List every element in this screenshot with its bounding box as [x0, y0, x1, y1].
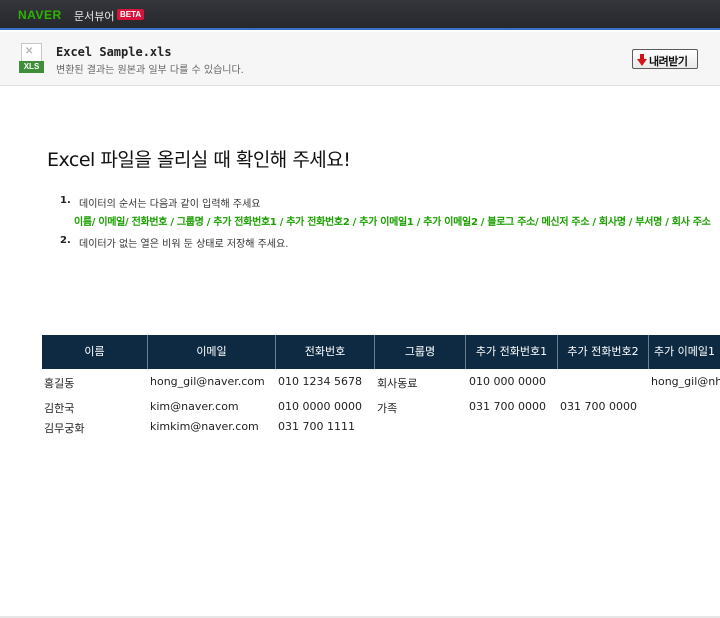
table-cell: hong_gil@naver.com — [150, 375, 265, 388]
file-name: Excel Sample.xls — [56, 45, 172, 59]
column-header: 추가 전화번호2 — [558, 335, 649, 369]
naver-logo[interactable]: NAVER — [18, 8, 62, 22]
table-cell: 010 0000 0000 — [278, 400, 362, 413]
file-info-bar: ✕ XLS Excel Sample.xls 변환된 결과는 원본과 일부 다를… — [0, 32, 720, 86]
step-1-text: 데이터의 순서는 다음과 같이 입력해 주세요 — [79, 199, 261, 210]
step-2-number: 2. — [60, 235, 71, 246]
red-down-arrow-icon — [637, 54, 647, 66]
beta-badge: BETA — [117, 9, 145, 20]
table-cell: 031 700 0000 — [469, 400, 546, 413]
page-title: Excel 파일을 올리실 때 확인해 주세요! — [47, 149, 351, 171]
table-cell: 김무궁화 — [44, 422, 85, 435]
step-2-text: 데이터가 없는 열은 비워 둔 상태로 저장해 주세요. — [79, 239, 289, 250]
table-cell: 010 000 0000 — [469, 375, 546, 388]
top-navigation-bar: NAVER 문서뷰어 BETA — [0, 0, 720, 30]
table-header-row: 이름 이메일 전화번호 그룹명 추가 전화번호1 추가 전화번호2 추가 이메일… — [42, 335, 720, 369]
xls-file-icon: ✕ XLS — [19, 43, 44, 73]
document-page: Excel 파일을 올리실 때 확인해 주세요! 1. 데이터의 순서는 다음과… — [0, 87, 720, 618]
column-header: 그룹명 — [375, 335, 466, 369]
column-header: 전화번호 — [276, 335, 375, 369]
table-cell: 가족 — [377, 402, 398, 415]
field-order-list: 이름/ 이메일/ 전화번호 / 그룹명 / 추가 전화번호1 / 추가 전화번호… — [74, 217, 711, 228]
xls-tag: XLS — [19, 61, 44, 73]
table-cell: 회사동료 — [377, 377, 418, 390]
column-header: 이메일 — [148, 335, 276, 369]
table-cell: kim@naver.com — [150, 400, 239, 413]
table-cell: 홍길동 — [44, 377, 75, 390]
column-header: 추가 전화번호1 — [466, 335, 558, 369]
column-header: 이름 — [42, 335, 148, 369]
table-cell: 031 700 0000 — [560, 400, 637, 413]
table-cell: 031 700 1111 — [278, 420, 355, 433]
table-cell: hong_gil@nhn.com — [651, 375, 720, 388]
table-cell: 김한국 — [44, 402, 75, 415]
download-label: 내려받기 — [649, 55, 688, 68]
download-button[interactable]: 내려받기 — [632, 49, 698, 69]
column-header: 추가 이메일1 — [653, 345, 716, 358]
table-cell: 010 1234 5678 — [278, 375, 362, 388]
table-cell: kimkim@naver.com — [150, 420, 259, 433]
step-1-number: 1. — [60, 195, 71, 206]
service-name[interactable]: 문서뷰어 — [74, 8, 114, 24]
conversion-notice: 변환된 결과는 원본과 일부 다를 수 있습니다. — [56, 65, 244, 76]
